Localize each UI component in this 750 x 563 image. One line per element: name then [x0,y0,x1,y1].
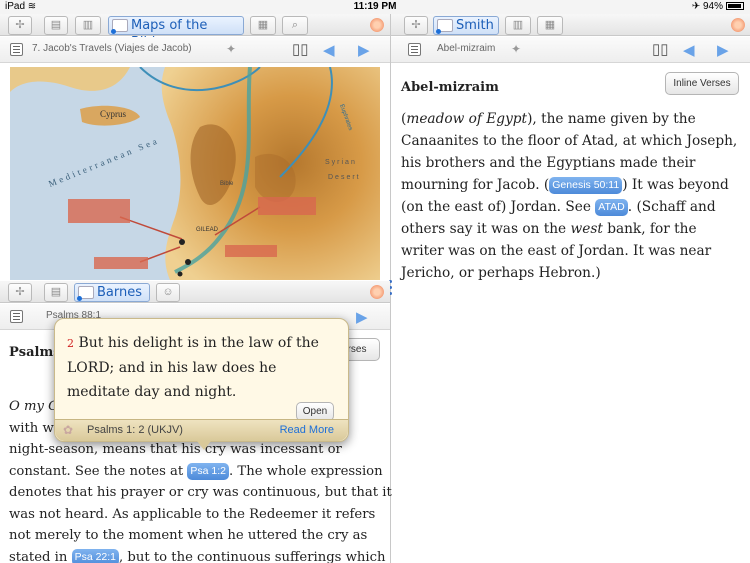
dictionary-tab-icon [436,19,453,34]
link-atad[interactable]: ATAD [595,199,628,216]
tab-other-bottom[interactable]: ☺ [156,283,180,302]
pin-icon[interactable]: ✦ [226,42,236,56]
verse-popup[interactable]: 2 But his delight is in the law of the L… [54,318,349,450]
list-icon[interactable] [10,43,23,56]
popup-reference: Psalms 1: 2 (UKJV) [87,424,183,436]
inline-verses-button[interactable]: Inline Verses [665,72,739,95]
verse-link-psa-22-1[interactable]: Psa 22:1 [71,548,120,563]
pin-icon-right[interactable]: ✦ [511,42,521,56]
status-bar: iPad ≋ 11:19 PM ✈ 94% [0,0,750,14]
label-cyprus: Cyprus [100,109,127,119]
back-arrow-icon-right[interactable]: ◀ [683,41,695,59]
dictionary-title[interactable]: Abel-mizraim [437,43,495,54]
list-icon-right[interactable] [408,43,421,56]
tab-plus[interactable]: ✢ [8,16,32,35]
popup-verse-text: 2 But his delight is in the law of the L… [67,335,319,400]
popup-caret [197,441,211,450]
tab-maps-of-the-bible[interactable]: Maps of the Bible [108,16,244,50]
commentary-line-7: not merely to the moment when he uttered… [9,528,368,543]
tab-notes[interactable]: ▤ [44,16,68,35]
dictionary-title-bar: Abel-mizraim ✦ ▯▯ ◀ ▶ [391,37,750,63]
battery-indicator: ✈ 94% [692,1,744,12]
map-tab-icon [111,19,128,34]
sun-icon-right[interactable] [731,18,745,32]
map-title-bar: 7. Jacob's Travels (Viajes de Jacob) ✦ ▯… [0,37,390,63]
bottom-left-tab-strip: ✢ ▤ Barnes ☺ [0,281,390,303]
back-arrow-icon[interactable]: ◀ [323,41,335,59]
map-image: Cyprus Mediterranean Sea Syrian Desert B… [10,67,380,280]
list-icon-bottom[interactable] [10,310,23,323]
tab-bible-right[interactable]: ▥ [505,16,531,35]
popup-flower-icon: ✿ [63,423,74,437]
article-heading: Abel-mizraim [401,80,499,95]
tab-plus-right[interactable]: ✢ [404,16,428,35]
tab-smith[interactable]: Smith [433,16,499,35]
article-body: (meadow of Egypt), the name given by the… [401,111,738,281]
commentary-line-6: was not heard. As applicable to the Rede… [9,506,376,522]
tab-notes-bottom[interactable]: ▤ [44,283,68,302]
label-gilead: GILEAD [196,227,219,233]
tab-commentary[interactable]: ▦ [250,16,276,35]
commentary-line-8: stated in Psa 22:1, but to the continuou… [9,547,386,563]
commentary-tab-icon [77,286,94,301]
sun-icon[interactable] [370,18,384,32]
commentary-line-4: constant. See the notes at Psa 1:2. The … [9,462,383,480]
verse-link-psa-1-2[interactable]: Psa 1:2 [187,462,230,480]
forward-arrow-icon[interactable]: ▶ [358,41,370,59]
forward-arrow-icon-bottom[interactable]: ▶ [356,308,368,326]
tab-commentary-right[interactable]: ▦ [537,16,563,35]
popup-verse-number: 2 [67,337,74,350]
book-icon-right[interactable]: ▯▯ [652,40,669,58]
label-bible: Bible [220,181,234,187]
book-icon[interactable]: ▯▯ [292,40,309,58]
tab-search[interactable]: ⌕ [282,16,308,35]
clock: 11:19 PM [353,1,397,12]
popup-footer: ✿ Psalms 1: 2 (UKJV) Read More [55,419,348,441]
forward-arrow-icon-right[interactable]: ▶ [717,41,729,59]
label-syrian: Syrian [325,159,357,166]
right-tab-strip: ✢ Smith ▥ ▦ [391,14,750,36]
map-view[interactable]: Cyprus Mediterranean Sea Syrian Desert B… [10,67,380,280]
label-desert: Desert [328,174,361,181]
commentary-line-5: denotes that his prayer or cry was conti… [9,485,392,500]
map-title[interactable]: 7. Jacob's Travels (Viajes de Jacob) [32,43,192,54]
battery-icon [726,2,744,11]
tab-plus-bottom[interactable]: ✢ [8,283,32,302]
verse-link-genesis-50-11[interactable]: Genesis 50:11 [549,177,623,194]
tab-barnes[interactable]: Barnes [74,283,150,302]
commentary-heading: Psalms [9,345,61,360]
tab-bible[interactable]: ▥ [75,16,101,35]
top-left-tab-strip: ✢ ▤ ▥ Maps of the Bible ▦ ⌕ [0,14,390,50]
popup-read-more[interactable]: Read More [280,424,334,436]
sun-icon-bottom[interactable] [370,285,384,299]
